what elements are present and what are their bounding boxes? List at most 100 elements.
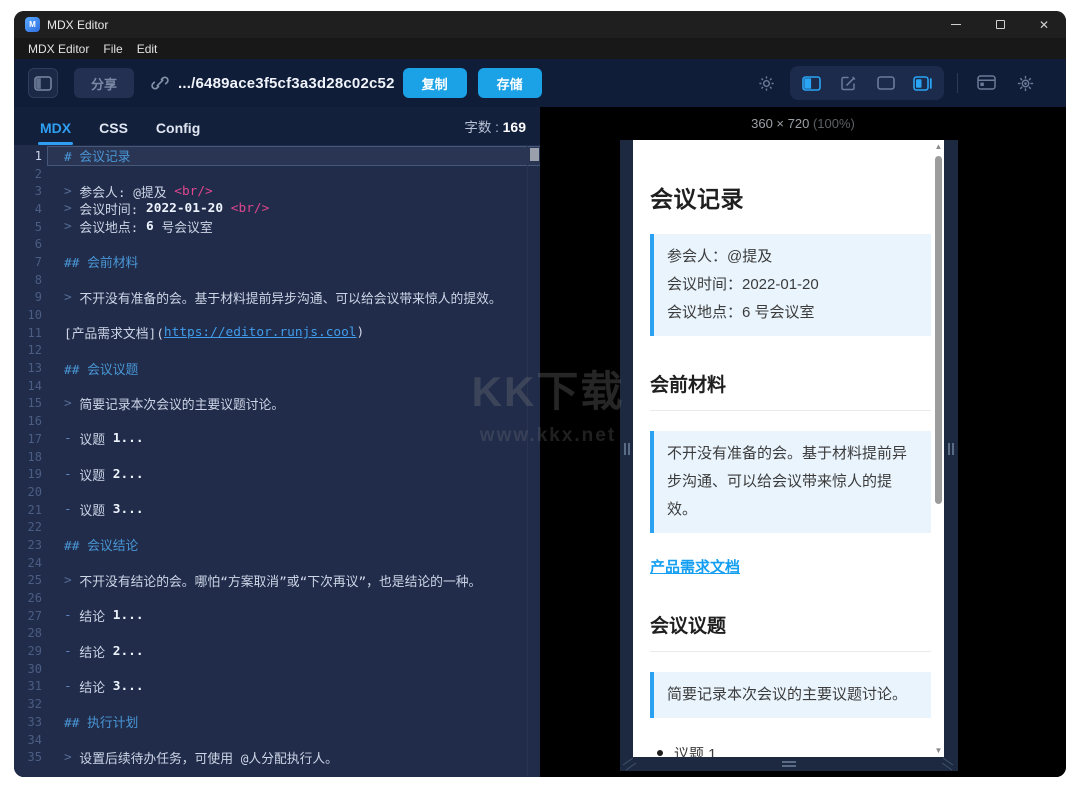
device-preview-icon (913, 75, 932, 91)
save-button[interactable]: 存储 (477, 68, 542, 98)
view-edit-button[interactable] (832, 69, 865, 97)
line-code: ## 会议结论 (64, 539, 139, 555)
toolbar: 分享 .../6489ace3f5cf3a3d28c02c52 复制 存储 (14, 59, 1066, 107)
menu-item-edit[interactable]: Edit (130, 42, 165, 56)
editor-line[interactable]: 22 (14, 518, 540, 536)
maximize-button[interactable] (978, 11, 1022, 38)
preview-link[interactable]: 产品需求文档 (650, 559, 740, 576)
editor-line[interactable]: 35 > 设置后续待办任务，可使用 @人分配执行人。 (14, 748, 540, 767)
share-button[interactable]: 分享 (74, 68, 135, 98)
editor-line[interactable]: 30 (14, 660, 540, 678)
editor-line[interactable]: 28 (14, 625, 540, 643)
line-number: 18 (27, 449, 42, 464)
line-number: 3 (34, 184, 42, 199)
app-window: M MDX Editor ✕ MDX Editor File Edit 分享 ...… (14, 11, 1066, 777)
editor-line[interactable]: 24 (14, 554, 540, 572)
line-number: 6 (34, 237, 42, 252)
line-code: ## 执行计划 (64, 716, 139, 732)
device-resize-left[interactable] (620, 140, 633, 757)
editor-line[interactable]: 32 (14, 695, 540, 713)
editor-line[interactable]: 13 ## 会议议题 (14, 359, 540, 378)
editor-line[interactable]: 5 > 会议地点: 6 号会议室 (14, 218, 540, 236)
editor-line[interactable]: 10 (14, 306, 540, 324)
scrollbar-thumb[interactable] (935, 156, 942, 504)
editor-line[interactable]: 2 (14, 165, 540, 183)
editor-line[interactable]: 20 (14, 483, 540, 501)
editor-line[interactable]: 12 (14, 342, 540, 360)
word-count: 字数 : 169 (464, 119, 526, 135)
editor-line[interactable]: 18 (14, 448, 540, 466)
scroll-down-icon[interactable]: ▼ (933, 746, 944, 755)
editor-line[interactable]: 33 ## 执行计划 (14, 713, 540, 732)
title-bar: M MDX Editor ✕ (14, 11, 1066, 38)
line-number: 24 (27, 555, 42, 570)
editor-line[interactable]: 23 ## 会议结论 (14, 536, 540, 555)
close-button[interactable]: ✕ (1022, 11, 1066, 38)
editor-line[interactable]: 1 # 会议记录 (14, 146, 540, 166)
link-icon (150, 73, 170, 93)
editor-scrollbar-thumb[interactable] (530, 148, 539, 161)
editor-line[interactable]: 19 - 议题 2... (14, 465, 540, 484)
editor-line[interactable]: 9 > 不开没有准备的会。基于材料提前异步沟通、可以给会议带来惊人的提效。 (14, 289, 540, 307)
menu-item-mdx-editor[interactable]: MDX Editor (21, 42, 96, 56)
editor-line[interactable]: 17 - 议题 1... (14, 430, 540, 448)
sidebar-toggle-button[interactable] (28, 68, 58, 98)
preview-link-paragraph: 产品需求文档 (650, 556, 931, 577)
editor-line[interactable]: 25 > 不开没有结论的会。哪怕“方案取消”或“下次再议”，也是结论的一种。 (14, 572, 540, 590)
code-editor[interactable]: 1 # 会议记录 2 3 > 参会人: @提及 <br/> 4 > 会议时间: 2022-0… (14, 145, 540, 777)
document-url[interactable]: .../6489ace3f5cf3a3d28c02c52 (178, 75, 395, 92)
tab-css[interactable]: CSS (97, 120, 130, 145)
editor-line[interactable]: 21 - 议题 3... (14, 501, 540, 519)
line-number: 10 (27, 308, 42, 323)
tab-config[interactable]: Config (154, 120, 202, 145)
preview-scrollbar[interactable]: ▲ ▼ (933, 140, 944, 757)
editor-line[interactable]: 26 (14, 589, 540, 607)
line-number: 16 (27, 414, 42, 429)
settings-button[interactable] (751, 68, 781, 98)
scroll-up-icon[interactable]: ▲ (933, 142, 944, 151)
line-number: 11 (27, 325, 42, 340)
line-number: 15 (27, 396, 42, 411)
line-number: 35 (27, 750, 42, 765)
editor-line[interactable]: 7 ## 会前材料 (14, 253, 540, 272)
editor-line[interactable]: 31 - 结论 3... (14, 678, 540, 696)
window-layout-button[interactable] (971, 68, 1001, 98)
device-resize-right[interactable] (944, 140, 958, 757)
line-number: 8 (34, 272, 42, 287)
view-split-button[interactable] (795, 69, 828, 97)
editor-line[interactable]: 27 - 结论 1... (14, 607, 540, 625)
line-code: ## 会议议题 (64, 362, 139, 378)
line-number: 29 (27, 644, 42, 659)
view-fullscreen-button[interactable] (869, 69, 902, 97)
theme-toggle-button[interactable] (1010, 68, 1040, 98)
view-device-button[interactable] (906, 69, 939, 97)
editor-line[interactable]: 11 [产品需求文档](https://editor.runjs.cool) (14, 324, 540, 342)
tab-mdx[interactable]: MDX (38, 120, 74, 145)
editor-line[interactable]: 34 (14, 731, 540, 749)
line-number: 22 (27, 520, 42, 535)
line-number: 34 (27, 732, 42, 747)
preview-size-label: 360 × 720 (100%) (751, 116, 855, 131)
editor-scrollbar[interactable] (527, 145, 540, 777)
editor-line[interactable]: 6 (14, 235, 540, 253)
line-code: - 议题 1... (64, 431, 144, 449)
editor-line[interactable]: 15 > 简要记录本次会议的主要议题讨论。 (14, 395, 540, 413)
copy-button[interactable]: 复制 (402, 68, 467, 98)
minimize-button[interactable] (934, 11, 978, 38)
gear-icon (758, 75, 774, 91)
editor-line[interactable]: 8 (14, 271, 540, 289)
line-number: 4 (34, 201, 42, 216)
editor-line[interactable]: 3 > 参会人: @提及 <br/> (14, 182, 540, 201)
editor-line[interactable]: 16 (14, 412, 540, 430)
menu-item-file[interactable]: File (96, 42, 129, 56)
device-resize-bottom[interactable] (620, 757, 958, 771)
editor-line[interactable]: 14 (14, 377, 540, 395)
preview-blockquote: 参会人：@提及 会议时间：2022-01-20 会议地点：6 号会议室 (650, 234, 931, 336)
editor-line[interactable]: 29 - 结论 2... (14, 642, 540, 661)
line-number: 21 (27, 502, 42, 517)
editor-line[interactable]: 4 > 会议时间: 2022-01-20 <br/> (14, 200, 540, 218)
